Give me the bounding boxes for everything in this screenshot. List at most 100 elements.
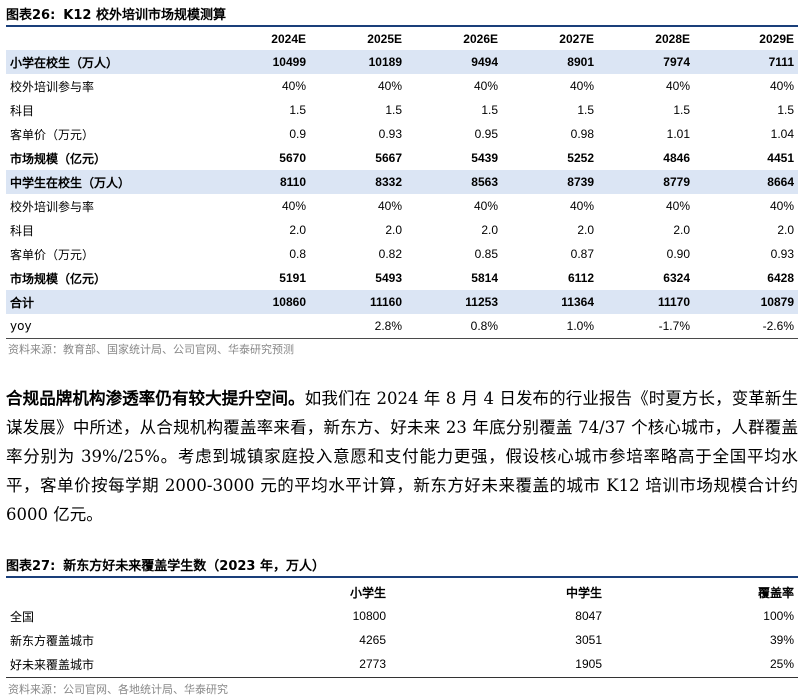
value-cell: 0.8 [289,247,306,261]
table-row: 市场规模（亿元） 5191 5493 5814 6112 6324 6428 [6,266,798,290]
header-cell [6,28,214,50]
value-cell: 2.0 [481,223,498,237]
value-cell: 4265 [359,633,386,647]
value-cell: 2.0 [289,223,306,237]
table-header-row: 小学生 中学生 覆盖率 [6,580,798,604]
value-cell: 10189 [310,50,406,74]
value-cell: 100% [763,609,794,623]
header-cell: 中学生 [565,585,602,600]
value-cell: 6112 [567,271,594,285]
value-cell: 0.8% [406,314,502,339]
header-cell: 2028E [655,32,690,46]
header-cell: 2024E [271,32,306,46]
value-cell: 8901 [502,50,598,74]
value-cell: 10800 [352,609,386,623]
paragraph-lead: 合规品牌机构渗透率仍有较大提升空间。 [6,389,305,408]
table-row: yoy 2.8% 0.8% 1.0% -1.7% -2.6% [6,314,798,339]
figure-26-top-rule [6,25,798,27]
figure-27-title: 新东方好未来覆盖学生数（2023 年，万人） [63,559,326,574]
figure-26-label: 图表26: [6,8,56,23]
value-cell: 1.5 [673,103,690,117]
row-label-cell: 校外培训参与率 [10,79,95,94]
row-label-cell: 科目 [10,103,35,118]
body-paragraph: 合规品牌机构渗透率仍有较大提升空间。如我们在 2024 年 8 月 4 日发布的… [6,384,798,529]
value-cell: 8332 [310,170,406,194]
value-cell: 0.85 [474,247,498,261]
value-cell [214,314,310,339]
table-row: 校外培训参与率 40% 40% 40% 40% 40% 40% [6,194,798,218]
value-cell: 0.93 [770,247,794,261]
value-cell: 1.5 [289,103,306,117]
row-label-cell: 小学在校生（万人） [6,50,214,74]
value-cell: 40% [665,199,690,213]
value-cell: 10879 [694,290,798,314]
value-cell: 8110 [214,170,310,194]
figure-26-title: K12 校外培训市场规模测算 [63,8,226,23]
value-cell: 2.0 [577,223,594,237]
value-cell: 1.5 [385,103,402,117]
value-cell: 5493 [375,271,402,285]
value-cell: 39% [769,633,794,647]
header-cell [6,580,206,604]
value-cell: 10860 [214,290,310,314]
paragraph-body: 如我们在 2024 年 8 月 4 日发布的行业报告《时夏方长，变革新生谋发展》… [6,389,799,524]
value-cell: 40% [377,199,402,213]
table-row: 科目 1.5 1.5 1.5 1.5 1.5 1.5 [6,98,798,122]
value-cell: 0.90 [666,247,690,261]
table-row: 客单价（万元） 0.8 0.82 0.85 0.87 0.90 0.93 [6,242,798,266]
header-cell: 覆盖率 [757,585,794,600]
value-cell: 40% [769,199,794,213]
header-cell: 2027E [559,32,594,46]
value-cell: 10499 [214,50,310,74]
value-cell: 0.95 [474,127,498,141]
value-cell: 7111 [694,50,798,74]
value-cell: 2.0 [385,223,402,237]
row-label-cell: 新东方覆盖城市 [10,633,95,648]
value-cell: 1.5 [481,103,498,117]
row-label-cell: 客单价（万元） [10,127,95,142]
row-label-cell: yoy [6,314,214,339]
value-cell: 8664 [694,170,798,194]
table-row: 全国 10800 8047 100% [6,604,798,628]
table-header-row: 2024E 2025E 2026E 2027E 2028E 2029E [6,28,798,50]
value-cell: 40% [473,79,498,93]
value-cell: 11160 [310,290,406,314]
header-cell: 2026E [463,32,498,46]
value-cell: 40% [665,79,690,93]
value-cell: 8739 [502,170,598,194]
value-cell: -2.6% [694,314,798,339]
row-label-cell: 校外培训参与率 [10,199,95,214]
row-label-cell: 好未来覆盖城市 [10,657,95,672]
header-cell: 小学生 [349,585,386,600]
value-cell: 8047 [575,609,602,623]
value-cell: 5191 [279,271,306,285]
value-cell: 8779 [598,170,694,194]
value-cell: 2.0 [673,223,690,237]
value-cell: 2.0 [777,223,794,237]
value-cell: 1.5 [577,103,594,117]
figure-27-caption: 图表27: 新东方好未来覆盖学生数（2023 年，万人） [6,555,325,574]
value-cell: 11364 [502,290,598,314]
table-row: 中学生在校生（万人） 8110 8332 8563 8739 8779 8664 [6,170,798,194]
row-label-cell: 科目 [10,223,35,238]
value-cell: 0.98 [570,127,594,141]
value-cell: 5814 [471,271,498,285]
row-label-cell: 中学生在校生（万人） [6,170,214,194]
value-cell: 1905 [575,657,602,671]
table-row: 新东方覆盖城市 4265 3051 39% [6,628,798,652]
row-label-cell: 市场规模（亿元） [10,151,107,166]
value-cell: 1.04 [770,127,794,141]
header-cell: 2025E [367,32,402,46]
value-cell: 5439 [471,151,498,165]
value-cell: 40% [569,79,594,93]
row-label-cell: 市场规模（亿元） [10,271,107,286]
value-cell: 0.87 [570,247,594,261]
value-cell: 6324 [663,271,690,285]
row-label-cell: 客单价（万元） [10,247,95,262]
value-cell: 8563 [406,170,502,194]
table-row: 市场规模（亿元） 5670 5667 5439 5252 4846 4451 [6,146,798,170]
value-cell: 1.5 [777,103,794,117]
value-cell: 1.01 [666,127,690,141]
value-cell: 40% [281,199,306,213]
value-cell: 5252 [567,151,594,165]
